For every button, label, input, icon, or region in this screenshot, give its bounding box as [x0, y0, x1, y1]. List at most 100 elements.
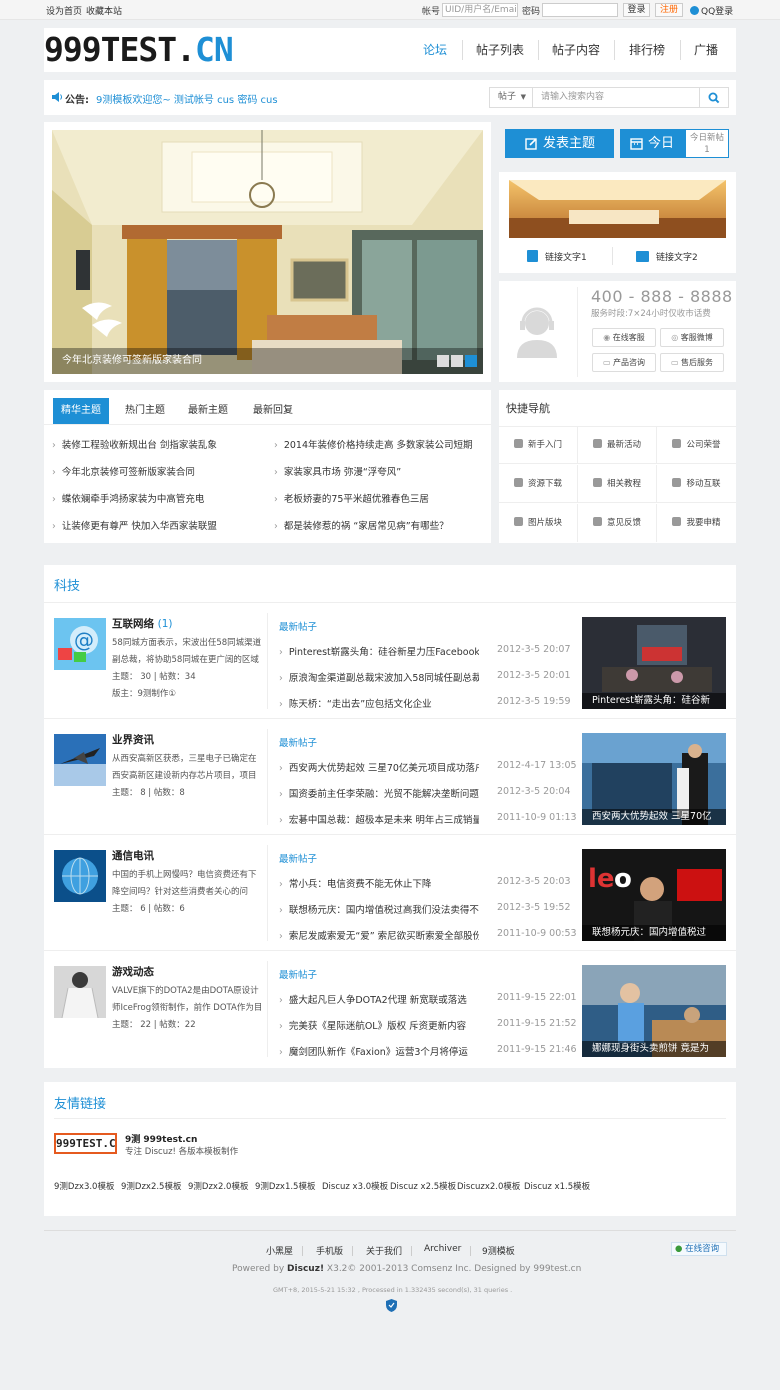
weibo-button[interactable]: ◎ 客服微博 [660, 328, 724, 347]
slide-dot[interactable] [451, 355, 463, 367]
forum-title[interactable]: 互联网络 (1) [112, 616, 173, 631]
quick-nav-tutorials[interactable]: 相关教程 [578, 465, 657, 503]
post-thread-button[interactable]: 发表主题 [505, 129, 614, 158]
footer-link-mobile[interactable]: 手机版 [316, 1244, 343, 1257]
image-slider: 今年北京装修可签新版家装合同 [44, 122, 491, 382]
forum-thumb[interactable]: @ [54, 618, 106, 670]
thread-item[interactable]: 装修工程验收新规出台 剑指家装乱象 [52, 437, 262, 451]
ad-image[interactable] [509, 180, 726, 238]
footer-link-archiver[interactable]: Archiver [424, 1244, 461, 1254]
forum-divider [267, 961, 268, 1057]
slide-image[interactable]: 今年北京装修可签新版家装合同 [52, 130, 483, 374]
quick-nav-events[interactable]: 最新活动 [578, 426, 657, 464]
login-button[interactable]: 登录 [623, 3, 650, 17]
forum-feature-image[interactable]: 西安两大优势起效 三星70亿 [582, 733, 726, 825]
register-button[interactable]: 注册 [655, 3, 683, 17]
quick-nav-apply[interactable]: 我要申精 [657, 504, 736, 542]
tab-latest-reply[interactable]: 最新回复 [245, 398, 301, 424]
search-button[interactable] [700, 87, 729, 108]
password-input[interactable] [542, 3, 618, 17]
footer-link-about[interactable]: 关于我们 [366, 1244, 402, 1257]
footer-link-blacklist[interactable]: 小黑屋 [266, 1244, 293, 1257]
post-item[interactable]: 陈天桥：“走出去”应包括文化企业 2012-3-5 19:59 [279, 696, 571, 710]
forum-moderator[interactable]: 版主：9测制作① [112, 686, 264, 703]
account-input[interactable]: UID/用户名/Email [442, 3, 518, 17]
post-item[interactable]: 完美获《星际迷航OL》版权 斥资更新内容 2011-9-15 21:52 [279, 1018, 577, 1032]
forum-title[interactable]: 游戏动态 [112, 964, 154, 979]
thread-item[interactable]: 今年北京装修可签新版家装合同 [52, 464, 262, 478]
site-logo[interactable]: 999TEST.CN [44, 32, 234, 68]
set-home-link[interactable]: 设为首页 [46, 4, 82, 17]
post-item[interactable]: Pinterest崭露头角：硅谷新星力压Facebook 2012-3-5 20:… [279, 644, 571, 658]
forum-feature-image[interactable]: le o 联想杨元庆：国内增值税过 [582, 849, 726, 941]
qq-login-link[interactable]: QQ登录 [690, 4, 733, 17]
notice-text[interactable]: 9测模板欢迎您~ 测试帐号 cus 密码 cus [96, 91, 278, 106]
quick-nav-feedback[interactable]: 意见反馈 [578, 504, 657, 542]
post-item[interactable]: 国资委前主任李荣融：光贸不能解决垄断问题 2012-3-5 20:04 [279, 786, 571, 800]
thread-item[interactable]: 家装家具市场 弥漫“浮夸风” [274, 464, 486, 478]
friend-link[interactable]: 9测Dzx1.5模板 [255, 1180, 315, 1192]
post-item[interactable]: 常小兵：电信资费不能无休止下降 2012-3-5 20:03 [279, 876, 571, 890]
search-type-select[interactable]: 帖子 ▼ [489, 87, 533, 108]
powered-brand[interactable]: Discuz! [287, 1264, 324, 1274]
forum-feature-image[interactable]: Pinterest崭露头角：硅谷新 [582, 617, 726, 709]
tab-hot[interactable]: 热门主题 [117, 398, 173, 424]
friend-link[interactable]: 9测Dzx2.5模板 [121, 1180, 181, 1192]
friend-link[interactable]: 9测Dzx2.0模板 [188, 1180, 248, 1192]
ad-link-2[interactable]: 链接文字2 [636, 250, 698, 263]
quick-nav-label: 图片版块 [527, 518, 562, 528]
thread-item[interactable]: 2014年装修价格持续走高 多数家装公司短期 [274, 437, 486, 451]
quick-nav-honors[interactable]: 公司荣誉 [657, 426, 736, 464]
forum-thumb[interactable] [54, 850, 106, 902]
tab-newest[interactable]: 最新主题 [180, 398, 236, 424]
today-button[interactable]: 今日 [620, 129, 685, 158]
forum-thumb[interactable] [54, 734, 106, 786]
quick-nav-mobile[interactable]: 移动互联 [657, 465, 736, 503]
online-service-button[interactable]: ◉ 在线客服 [592, 328, 656, 347]
online-consult-button[interactable]: ● 在线咨询 [671, 1242, 727, 1256]
post-item[interactable]: 原浪淘金渠道副总裁宋波加入58同城任副总裁 2012-3-5 20:01 [279, 670, 571, 684]
forum-title[interactable]: 通信电讯 [112, 848, 154, 863]
nav-thread-list[interactable]: 帖子列表 [472, 28, 528, 72]
forum-feature-image[interactable]: 娜娜现身街头卖煎饼 竟是为 [582, 965, 726, 1057]
category-title[interactable]: 科技 [54, 575, 80, 594]
quick-nav-downloads[interactable]: 资源下载 [499, 465, 578, 503]
friend-link[interactable]: Discuzx2.0模板 [457, 1180, 520, 1192]
slide-caption[interactable]: 今年北京装修可签新版家装合同 [52, 348, 483, 374]
friend-site-name[interactable]: 9测 999test.cn [125, 1132, 197, 1145]
thread-item[interactable]: 让装修更有尊严 快加入华西家装联盟 [52, 518, 262, 532]
post-item[interactable]: 盛大起凡巨人争DOTA2代理 新宽联或落选 2011-9-15 22:01 [279, 992, 577, 1006]
ad-link-1[interactable]: 链接文字1 [527, 250, 587, 263]
slide-dot-active[interactable] [465, 355, 477, 367]
nav-thread-content[interactable]: 帖子内容 [548, 28, 604, 72]
post-item[interactable]: 联想杨元庆：国内增值税过高我们没法卖得不贵 2012-3-5 19:52 [279, 902, 571, 916]
nav-broadcast[interactable]: 广播 [690, 28, 722, 72]
thread-item[interactable]: 蝶依斓牵手鸿扬家装为中高管充电 [52, 491, 262, 505]
shield-icon[interactable] [386, 1299, 397, 1312]
post-item[interactable]: 西安两大优势起效 三星70亿美元项目成功落户 2012-4-17 13:05 [279, 760, 577, 774]
bookmark-link[interactable]: 收藏本站 [86, 4, 122, 17]
quick-nav-newbie[interactable]: 新手入门 [499, 426, 578, 464]
footer-link-templates[interactable]: 9测模板 [482, 1244, 515, 1257]
nav-forum[interactable]: 论坛 [414, 28, 456, 72]
friend-site-logo[interactable]: 999TEST.CN [54, 1133, 117, 1154]
nav-ranking[interactable]: 排行榜 [624, 28, 670, 72]
thread-item[interactable]: 都是装修惹的祸 “家居常见病”有哪些？ [274, 518, 486, 532]
friend-link[interactable]: Discuz x3.0模板 [322, 1180, 388, 1192]
after-sales-button[interactable]: ▭ 售后服务 [660, 353, 724, 372]
friend-link[interactable]: 9测Dzx3.0模板 [54, 1180, 114, 1192]
forum-title[interactable]: 业界资讯 [112, 732, 154, 747]
post-item[interactable]: 宏碁中国总裁：超极本是未来 明年占三成销量 2011-10-9 01:13 [279, 812, 577, 826]
slide-dot[interactable] [437, 355, 449, 367]
friend-link[interactable]: Discuz x2.5模板 [390, 1180, 456, 1192]
post-item[interactable]: 魔剑团队新作《Faxion》运营3个月将停运 2011-9-15 21:46 [279, 1044, 577, 1058]
password-label: 密码 [522, 7, 541, 17]
friend-link[interactable]: Discuz x1.5模板 [524, 1180, 590, 1192]
forum-thumb[interactable] [54, 966, 106, 1018]
thread-item[interactable]: 老板娇妻的75平米超优雅春色三居 [274, 491, 486, 505]
quick-nav-gallery[interactable]: 图片版块 [499, 504, 578, 542]
product-consult-button[interactable]: ▭ 产品咨询 [592, 353, 656, 372]
search-input[interactable]: 请输入搜索内容 [533, 87, 700, 108]
tab-digest[interactable]: 精华主题 [53, 398, 109, 424]
post-item[interactable]: 索尼发威索爱无“爱” 索尼欲买断索爱全部股份 2011-10-9 00:53 [279, 928, 577, 942]
